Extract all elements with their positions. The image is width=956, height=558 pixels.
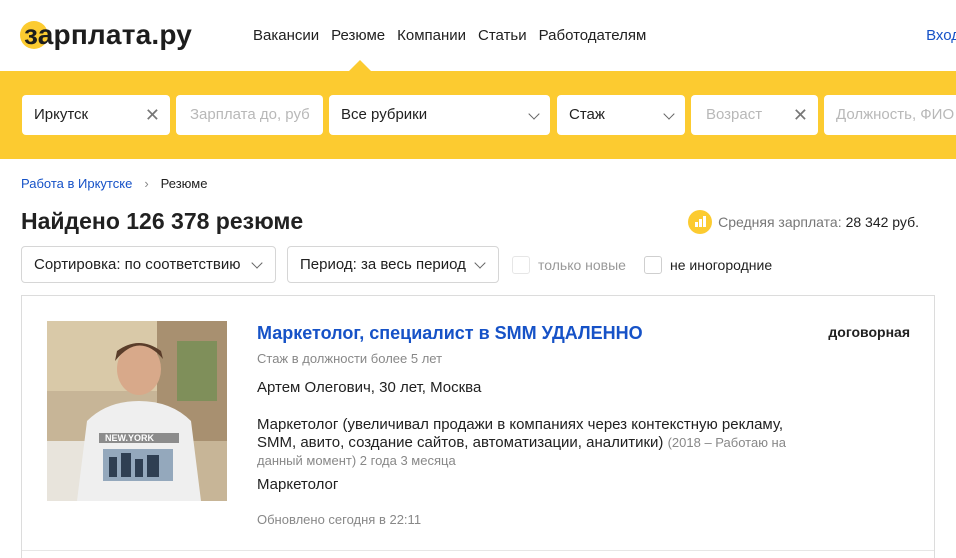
shirt-text: NEW.YORK [105, 433, 155, 443]
experience-select[interactable]: Стаж [557, 95, 685, 135]
only-new-checkbox[interactable] [512, 256, 530, 274]
sort-select[interactable]: Сортировка: по соответствию [21, 246, 276, 283]
resume-salary: договорная [828, 324, 910, 340]
active-nav-indicator [349, 60, 371, 71]
breadcrumb: Работа в Иркутске › Резюме [21, 175, 207, 193]
resume-description: Маркетолог (увеличивал продажи в компани… [257, 416, 797, 470]
sort-value: Сортировка: по соответствию [34, 256, 241, 273]
resume-photo[interactable]: NEW.YORK [47, 321, 227, 501]
search-bar: Иркутск ✕ Зарплата до, руб Все рубрики С… [0, 71, 956, 159]
resume-person: Артем Олегович, 30 лет, Москва [257, 379, 482, 396]
clear-city-icon[interactable]: ✕ [145, 95, 160, 135]
bar-chart-icon [688, 210, 713, 234]
breadcrumb-separator-icon: › [144, 176, 149, 191]
age-input[interactable]: Возраст ✕ [691, 95, 818, 135]
not-nonresident-label: не иногородние [670, 257, 773, 273]
nav-resumes[interactable]: Резюме [331, 26, 385, 46]
rubric-select[interactable]: Все рубрики [329, 95, 550, 135]
chevron-down-icon [474, 257, 486, 269]
logo-text: зарплата.ру [24, 19, 193, 50]
card-divider [22, 550, 934, 551]
age-placeholder: Возраст [706, 106, 763, 123]
breadcrumb-parent[interactable]: Работа в Иркутске [21, 175, 132, 193]
position-search-input[interactable]: Должность, ФИО [824, 95, 956, 135]
login-link[interactable]: Вход [926, 26, 956, 46]
resume-updated: Обновлено сегодня в 22:11 [257, 512, 422, 527]
clear-age-icon[interactable]: ✕ [793, 95, 808, 135]
resume-card[interactable]: NEW.YORK Маркетолог, специалист в SMM УД… [21, 295, 935, 558]
breadcrumb-current: Резюме [160, 176, 208, 191]
resume-experience: Стаж в должности более 5 лет [257, 351, 443, 366]
experience-value: Стаж [569, 106, 605, 123]
chevron-down-icon [528, 108, 540, 120]
chevron-down-icon [251, 257, 263, 269]
site-header: зарплата.ру Вакансии Резюме Компании Ста… [0, 0, 956, 71]
resume-position: Маркетолог [257, 476, 339, 493]
nav-employers[interactable]: Работодателям [539, 26, 647, 46]
period-value: Период: за весь период [300, 256, 466, 273]
person-photo-image: NEW.YORK [47, 321, 227, 501]
nav-articles[interactable]: Статьи [478, 26, 527, 46]
page-title: Найдено 126 378 резюме [21, 208, 304, 234]
salary-input[interactable]: Зарплата до, руб [176, 95, 323, 135]
nav-vacancies[interactable]: Вакансии [253, 26, 319, 46]
logo[interactable]: зарплата.ру [20, 18, 192, 52]
only-new-label: только новые [538, 257, 626, 273]
period-select[interactable]: Период: за весь период [287, 246, 499, 283]
city-value: Иркутск [34, 106, 89, 123]
resume-title-link[interactable]: Маркетолог, специалист в SMM УДАЛЕННО [257, 321, 643, 345]
city-field[interactable]: Иркутск ✕ [22, 95, 170, 135]
not-nonresident-checkbox[interactable] [644, 256, 662, 274]
average-salary: Средняя зарплата: 28 342 руб. [688, 210, 919, 234]
chevron-down-icon [663, 108, 675, 120]
main-nav: Вакансии Резюме Компании Статьи Работода… [253, 26, 658, 46]
nav-companies[interactable]: Компании [397, 26, 466, 46]
average-salary-value: 28 342 руб. [845, 214, 919, 230]
average-salary-label: Средняя зарплата: [718, 214, 842, 230]
rubric-value: Все рубрики [341, 106, 428, 123]
